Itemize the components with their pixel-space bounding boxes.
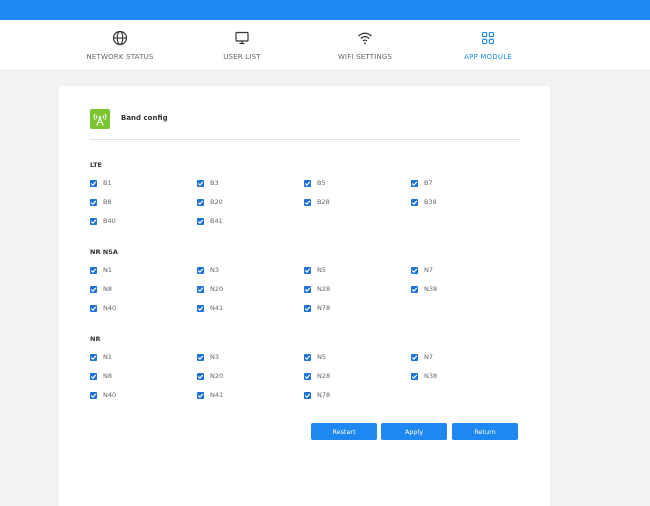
checkbox-checked-icon bbox=[90, 354, 97, 361]
monitor-icon bbox=[235, 31, 249, 45]
checkbox-checked-icon bbox=[90, 305, 97, 312]
checkbox-checked-icon bbox=[197, 392, 204, 399]
band-label: B1 bbox=[103, 179, 112, 187]
band-label: B20 bbox=[210, 198, 223, 206]
top-bar bbox=[0, 0, 650, 20]
globe-icon bbox=[112, 30, 128, 46]
checkbox-checked-icon bbox=[304, 286, 311, 293]
band-label: N38 bbox=[424, 372, 438, 380]
band-label: N38 bbox=[424, 285, 438, 293]
band-label: N8 bbox=[103, 285, 112, 293]
wifi-icon bbox=[358, 32, 372, 45]
checkbox-checked-icon bbox=[304, 305, 311, 312]
checkbox-checked-icon bbox=[197, 286, 204, 293]
band-label: B41 bbox=[210, 217, 223, 225]
band-label: N28 bbox=[317, 285, 331, 293]
checkbox-checked-icon bbox=[197, 267, 204, 274]
band-config-card: Band config LTE NR NSA NR B1 B3 B5 B7 B8… bbox=[59, 86, 550, 506]
checkbox-checked-icon bbox=[411, 354, 418, 361]
checkbox-checked-icon bbox=[90, 286, 97, 293]
checkbox-checked-icon bbox=[411, 267, 418, 274]
checkbox-checked-icon bbox=[304, 354, 311, 361]
checkbox-checked-icon bbox=[411, 180, 418, 187]
checkbox-checked-icon bbox=[197, 305, 204, 312]
app-grid-icon bbox=[481, 31, 495, 45]
card-header: Band config bbox=[90, 109, 520, 140]
checkbox-checked-icon bbox=[90, 218, 97, 225]
checkbox-checked-icon bbox=[90, 392, 97, 399]
band-label: N5 bbox=[317, 353, 326, 361]
checkbox-checked-icon bbox=[411, 286, 418, 293]
apply-button[interactable]: Apply bbox=[381, 423, 447, 440]
restart-button[interactable]: Restart bbox=[311, 423, 377, 440]
card-title: Band config bbox=[121, 114, 168, 122]
band-label: N78 bbox=[317, 304, 331, 312]
checkbox-checked-icon bbox=[197, 354, 204, 361]
checkbox-checked-icon bbox=[90, 180, 97, 187]
checkbox-checked-icon bbox=[90, 199, 97, 206]
checkbox-checked-icon bbox=[304, 373, 311, 380]
antenna-icon bbox=[90, 109, 110, 129]
section-label-nr: NR bbox=[90, 335, 101, 343]
checkbox-checked-icon bbox=[197, 180, 204, 187]
nav-label: APP MODULE bbox=[464, 53, 512, 61]
checkbox-checked-icon bbox=[411, 199, 418, 206]
section-label-nr-nsa: NR NSA bbox=[90, 248, 118, 256]
band-label: N7 bbox=[424, 266, 433, 274]
band-label: N5 bbox=[317, 266, 326, 274]
main-nav: NETWORK STATUS USER LIST WIFI SETTINGS A… bbox=[0, 20, 650, 71]
band-label: N40 bbox=[103, 304, 117, 312]
checkbox-checked-icon bbox=[304, 180, 311, 187]
checkbox-checked-icon bbox=[304, 267, 311, 274]
checkbox-checked-icon bbox=[197, 199, 204, 206]
band-label: N3 bbox=[210, 353, 219, 361]
checkbox-checked-icon bbox=[197, 218, 204, 225]
band-label: N28 bbox=[317, 372, 331, 380]
band-label: N1 bbox=[103, 266, 112, 274]
checkbox-checked-icon bbox=[90, 373, 97, 380]
band-label: N8 bbox=[103, 372, 112, 380]
checkbox-checked-icon bbox=[90, 267, 97, 274]
band-label: B3 bbox=[210, 179, 219, 187]
band-label: N41 bbox=[210, 304, 224, 312]
band-label: N1 bbox=[103, 353, 112, 361]
band-label: B38 bbox=[424, 198, 437, 206]
checkbox-checked-icon bbox=[197, 373, 204, 380]
band-label: N41 bbox=[210, 391, 224, 399]
band-label: N40 bbox=[103, 391, 117, 399]
band-label: B8 bbox=[103, 198, 112, 206]
band-label: N7 bbox=[424, 353, 433, 361]
band-label: B7 bbox=[424, 179, 433, 187]
band-label: N78 bbox=[317, 391, 331, 399]
band-label: B28 bbox=[317, 198, 330, 206]
checkbox-checked-icon bbox=[411, 373, 418, 380]
band-label: N20 bbox=[210, 372, 224, 380]
checkbox-checked-icon bbox=[304, 392, 311, 399]
band-label: N20 bbox=[210, 285, 224, 293]
checkbox-checked-icon bbox=[304, 199, 311, 206]
band-label: N3 bbox=[210, 266, 219, 274]
band-label: B40 bbox=[103, 217, 116, 225]
band-label: B5 bbox=[317, 179, 326, 187]
nav-app-module[interactable]: APP MODULE bbox=[413, 20, 563, 70]
section-label-lte: LTE bbox=[90, 161, 102, 169]
return-button[interactable]: Return bbox=[452, 423, 518, 440]
